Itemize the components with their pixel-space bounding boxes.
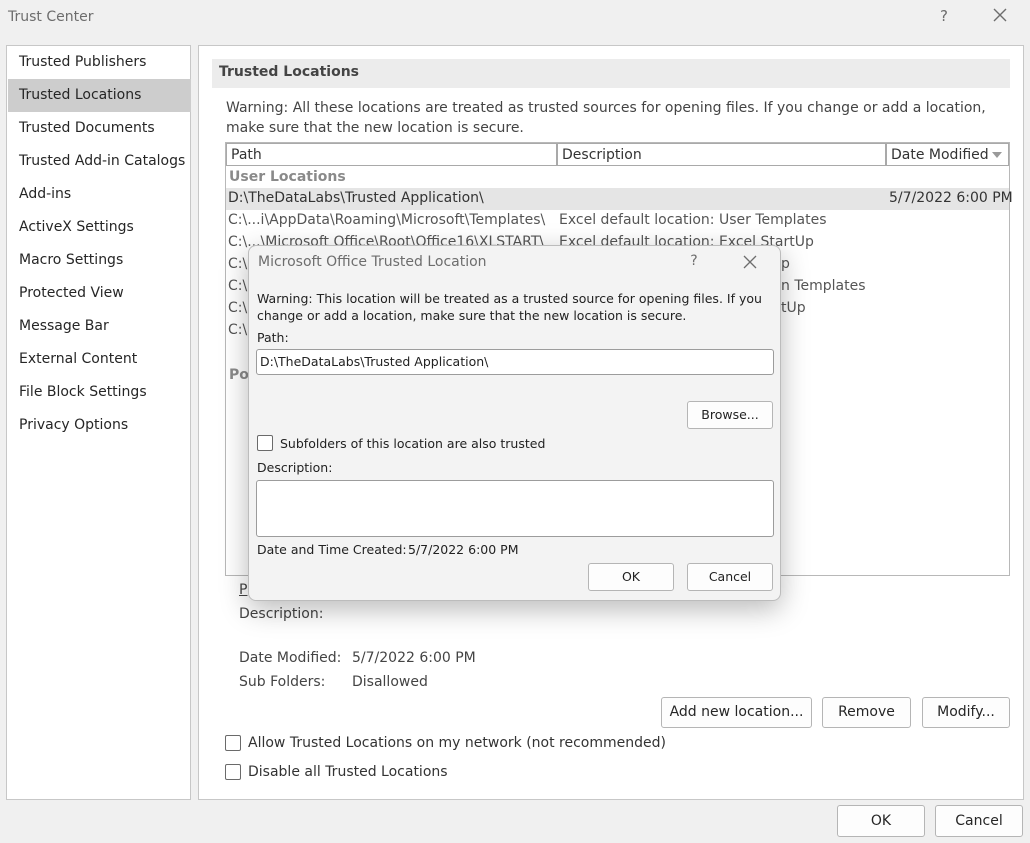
allow-network-label[interactable]: Allow Trusted Locations on my network (n… (248, 735, 666, 751)
group-user-locations: User Locations (229, 169, 346, 185)
window-title: Trust Center (8, 9, 94, 25)
dialog-ok-button[interactable]: OK (588, 563, 674, 591)
row-3-description[interactable]: p (781, 256, 790, 272)
sidebar-item-activex-settings[interactable]: ActiveX Settings (8, 211, 191, 244)
dialog-close-icon[interactable] (741, 253, 759, 271)
dialog-path-input[interactable]: D:\TheDataLabs\Trusted Application\ (256, 349, 774, 375)
disable-all-checkbox[interactable] (225, 764, 241, 780)
sidebar-item-file-block-settings[interactable]: File Block Settings (8, 376, 191, 409)
subfolders-checkbox[interactable] (257, 435, 273, 451)
sidebar-item-external-content[interactable]: External Content (8, 343, 191, 376)
group-policy-locations: Po (229, 367, 249, 383)
row-5-description[interactable]: tUp (781, 300, 806, 316)
sidebar-item-trusted-add-in-catalogs[interactable]: Trusted Add-in Catalogs (8, 145, 191, 178)
detail-path-label: P (239, 582, 248, 598)
detail-date-modified-label: Date Modified: (239, 650, 342, 666)
dialog-description-input[interactable] (256, 480, 774, 537)
ok-button[interactable]: OK (837, 805, 925, 837)
detail-subfolders-label: Sub Folders: (239, 674, 326, 690)
section-title: Trusted Locations (212, 59, 1010, 88)
row-1-path[interactable]: C:\...i\AppData\Roaming\Microsoft\Templa… (228, 212, 545, 228)
add-new-location-button[interactable]: Add new location... (661, 697, 812, 728)
dialog-created-label: Date and Time Created: (257, 542, 407, 557)
sidebar-item-trusted-documents[interactable]: Trusted Documents (8, 112, 191, 145)
modify-button[interactable]: Modify... (922, 697, 1010, 728)
sidebar-item-message-bar[interactable]: Message Bar (8, 310, 191, 343)
browse-button[interactable]: Browse... (687, 401, 773, 429)
sidebar: Trusted Publishers Trusted Locations Tru… (6, 45, 191, 800)
sort-down-icon (992, 152, 1002, 158)
column-header-description[interactable]: Description (557, 143, 886, 166)
disable-all-label[interactable]: Disable all Trusted Locations (248, 764, 448, 780)
close-icon[interactable] (990, 5, 1010, 25)
dialog-description-label: Description: (257, 460, 333, 475)
allow-network-checkbox[interactable] (225, 735, 241, 751)
dialog-help-button[interactable]: ? (687, 253, 701, 269)
row-0-path[interactable]: D:\TheDataLabs\Trusted Application\ (228, 190, 484, 206)
detail-subfolders-value: Disallowed (352, 674, 428, 690)
sidebar-item-privacy-options[interactable]: Privacy Options (8, 409, 191, 442)
row-1-description[interactable]: Excel default location: User Templates (559, 212, 827, 228)
detail-description-label: Description: (239, 606, 324, 622)
trusted-locations-warning: Warning: All these locations are treated… (226, 100, 986, 136)
column-header-date-label: Date Modified (891, 147, 989, 163)
sidebar-item-protected-view[interactable]: Protected View (8, 277, 191, 310)
row-4-description[interactable]: n Templates (781, 278, 866, 294)
dialog-path-label: Path: (257, 330, 289, 345)
sidebar-item-trusted-publishers[interactable]: Trusted Publishers (8, 46, 191, 79)
sidebar-item-macro-settings[interactable]: Macro Settings (8, 244, 191, 277)
cancel-button[interactable]: Cancel (935, 805, 1023, 837)
remove-button[interactable]: Remove (822, 697, 911, 728)
detail-date-modified-value: 5/7/2022 6:00 PM (352, 650, 476, 666)
dialog-created-value: 5/7/2022 6:00 PM (408, 542, 519, 557)
column-header-date-modified[interactable]: Date Modified (886, 143, 1009, 166)
dialog-cancel-button[interactable]: Cancel (687, 563, 773, 591)
sidebar-item-add-ins[interactable]: Add-ins (8, 178, 191, 211)
dialog-title: Microsoft Office Trusted Location (258, 254, 487, 270)
sidebar-item-trusted-locations[interactable]: Trusted Locations (8, 79, 191, 112)
row-0-date[interactable]: 5/7/2022 6:00 PM (889, 190, 1013, 206)
subfolders-label[interactable]: Subfolders of this location are also tru… (280, 436, 545, 451)
column-header-path[interactable]: Path (226, 143, 557, 166)
dialog-warning: Warning: This location will be treated a… (257, 291, 762, 323)
help-button[interactable]: ? (937, 7, 951, 25)
